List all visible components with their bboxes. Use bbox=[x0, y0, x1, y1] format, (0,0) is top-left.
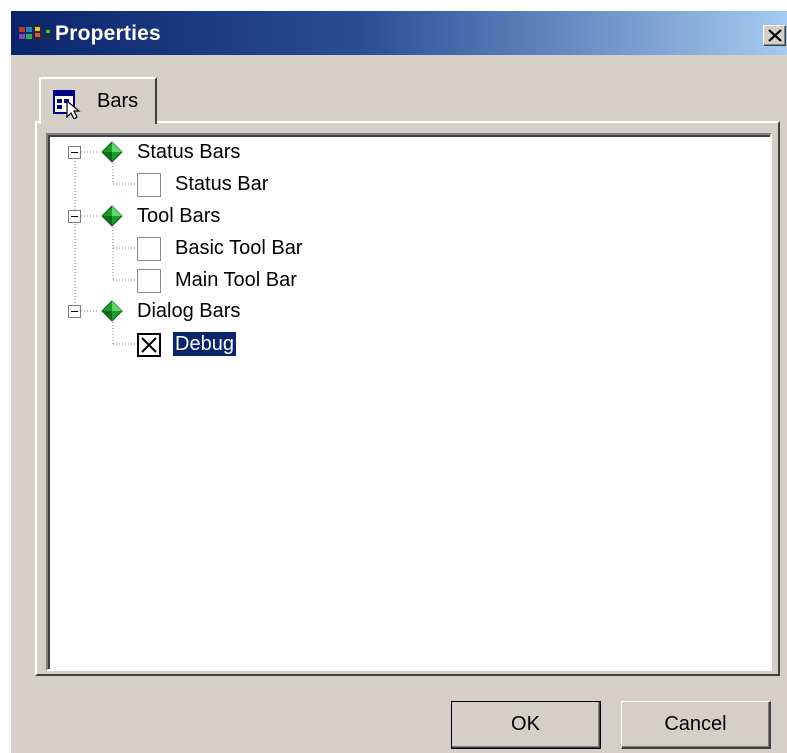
checkbox-basic-tool-bar[interactable] bbox=[137, 237, 161, 261]
tree-node-main-tool-bar[interactable]: Main Tool Bar bbox=[175, 268, 297, 292]
tree-node-tool-bars[interactable]: Tool Bars bbox=[137, 204, 220, 228]
checkbox-debug[interactable] bbox=[137, 333, 161, 357]
bars-tree-view[interactable]: Status Bars Status Bar Tool Bars Basic T… bbox=[46, 133, 772, 671]
tree-node-basic-tool-bar[interactable]: Basic Tool Bar bbox=[175, 236, 302, 260]
green-gem-icon bbox=[101, 141, 123, 163]
expander-dialog-bars[interactable] bbox=[68, 305, 81, 318]
expander-status-bars[interactable] bbox=[68, 146, 81, 159]
tab-label: Bars bbox=[97, 90, 139, 112]
green-gem-icon bbox=[101, 300, 123, 322]
tree-node-debug[interactable]: Debug bbox=[173, 332, 236, 356]
tree-node-status-bars[interactable]: Status Bars bbox=[137, 140, 240, 164]
expander-tool-bars[interactable] bbox=[68, 210, 81, 223]
checkbox-status-bar[interactable] bbox=[137, 173, 161, 197]
window-title: Properties bbox=[55, 22, 161, 45]
checkmark-x-icon bbox=[141, 337, 157, 353]
title-bar[interactable]: Properties bbox=[11, 11, 787, 55]
tree-node-status-bar[interactable]: Status Bar bbox=[175, 172, 268, 196]
ok-button[interactable]: OK bbox=[451, 701, 601, 749]
close-icon bbox=[768, 29, 782, 42]
cancel-button[interactable]: Cancel bbox=[621, 701, 771, 749]
tab-bars[interactable]: Bars bbox=[39, 77, 157, 124]
properties-dialog: Properties Bars Status Bars Status Bar T… bbox=[10, 10, 787, 753]
green-gem-icon bbox=[101, 205, 123, 227]
tree-node-dialog-bars[interactable]: Dialog Bars bbox=[137, 299, 240, 323]
properties-app-icon bbox=[19, 25, 52, 41]
checkbox-main-tool-bar[interactable] bbox=[137, 269, 161, 293]
close-button[interactable] bbox=[763, 25, 786, 46]
bars-tab-icon bbox=[53, 90, 81, 119]
